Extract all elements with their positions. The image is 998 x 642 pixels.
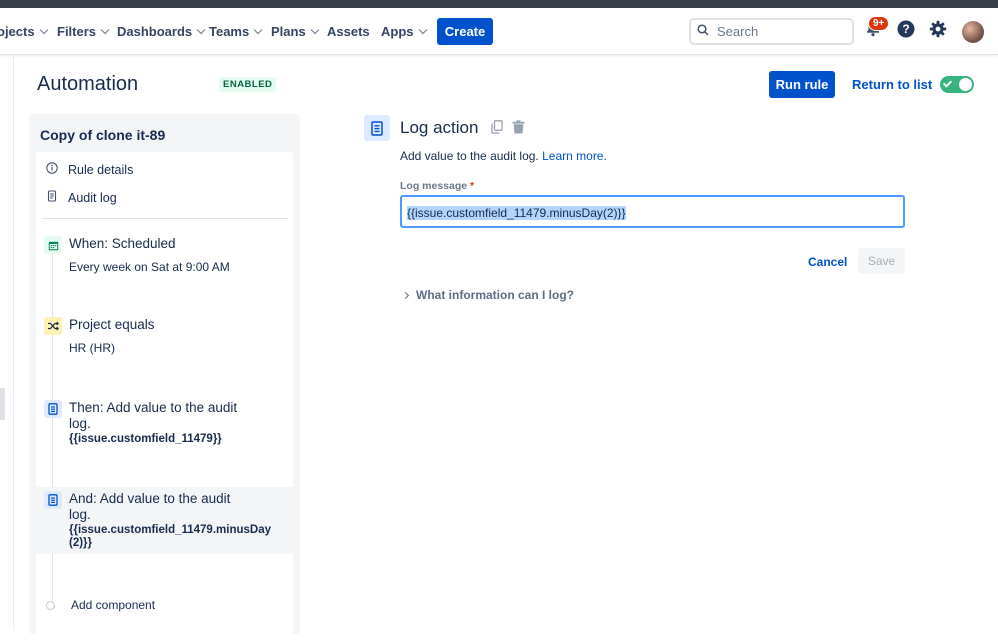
- log-message-value: {{issue.customfield_11479.minusDay(2)}}: [407, 206, 626, 220]
- browser-top-strip: [0, 0, 998, 8]
- check-icon: [942, 78, 953, 88]
- step-action-log-1[interactable]: Then: Add value to the audit log. {{issu…: [36, 392, 293, 452]
- nav-projects-label: ojects: [0, 24, 35, 39]
- help-icon: ?: [897, 20, 915, 43]
- info-icon: [46, 162, 58, 177]
- cancel-button[interactable]: Cancel: [808, 255, 847, 269]
- copy-icon[interactable]: [491, 119, 503, 139]
- nav-projects[interactable]: ojects: [0, 24, 48, 39]
- chevron-down-icon: [196, 25, 206, 35]
- log-action-title-text: Log action: [400, 118, 479, 137]
- nav-apps[interactable]: Apps: [381, 24, 427, 39]
- rule-details-link[interactable]: Rule details: [46, 162, 133, 177]
- left-sidebar-edge: [0, 56, 14, 630]
- audit-log-label: Audit log: [68, 190, 117, 205]
- top-navigation: ojects Filters Dashboards Teams Plans As…: [0, 8, 998, 55]
- shuffle-icon: [44, 317, 62, 335]
- nav-teams[interactable]: Teams: [209, 24, 263, 39]
- nav-apps-label: Apps: [381, 24, 414, 39]
- settings-button[interactable]: [928, 20, 947, 43]
- step-title: And: Add value to the audit log.: [69, 491, 231, 522]
- add-component-button[interactable]: Add component: [46, 598, 155, 612]
- log-message-label-text: Log message: [400, 180, 468, 192]
- nav-teams-label: Teams: [209, 24, 250, 39]
- step-action-log-2-selected[interactable]: And: Add value to the audit log. {{issue…: [36, 487, 293, 554]
- rule-steps-list: Rule details Audit log When: Scheduled E…: [36, 152, 293, 642]
- notification-badge: 9+: [868, 16, 890, 31]
- help-button[interactable]: ?: [896, 20, 915, 43]
- calendar-icon: [44, 236, 62, 254]
- nav-dashboards[interactable]: Dashboards: [117, 24, 206, 39]
- step-title: Project equals: [69, 317, 155, 332]
- add-component-label: Add component: [71, 598, 156, 612]
- save-button[interactable]: Save: [858, 248, 905, 274]
- log-document-icon: [44, 491, 62, 509]
- search-input[interactable]: Search: [689, 18, 854, 45]
- step-title: Then: Add value to the audit log.: [69, 400, 238, 431]
- rule-panel: Copy of clone it-89 Rule details Audit l…: [29, 114, 300, 642]
- create-button[interactable]: Create: [437, 18, 493, 45]
- required-indicator: *: [470, 180, 475, 192]
- search-placeholder: Search: [717, 24, 759, 39]
- document-icon: [46, 190, 58, 205]
- chevron-down-icon: [39, 25, 48, 35]
- run-rule-button[interactable]: Run rule: [769, 71, 835, 98]
- step-detail: HR (HR): [69, 341, 115, 355]
- step-detail: {{issue.customfield_11479.minusDay(2)}}: [69, 524, 271, 549]
- nav-dashboards-label: Dashboards: [117, 24, 193, 39]
- nav-plans[interactable]: Plans: [271, 24, 319, 39]
- log-message-input[interactable]: {{issue.customfield_11479.minusDay(2)}}: [400, 195, 905, 228]
- user-avatar[interactable]: [962, 21, 984, 43]
- nav-filters-label: Filters: [57, 24, 97, 39]
- chevron-down-icon: [253, 25, 263, 35]
- log-message-label: Log message *: [400, 180, 474, 192]
- svg-text:?: ?: [902, 22, 909, 36]
- toggle-knob: [959, 78, 972, 91]
- log-action-icon: [364, 115, 390, 141]
- audit-log-link[interactable]: Audit log: [46, 190, 117, 205]
- trash-icon[interactable]: [512, 119, 525, 139]
- log-action-title: Log action: [400, 118, 525, 139]
- nav-assets[interactable]: Assets: [327, 24, 370, 39]
- step-detail: Every week on Sat at 9:00 AM: [69, 260, 230, 274]
- gear-icon: [929, 20, 947, 43]
- step-detail: {{issue.customfield_11479}}: [69, 433, 222, 445]
- chevron-down-icon: [418, 25, 427, 35]
- learn-more-link[interactable]: Learn more.: [542, 149, 607, 163]
- nav-filters[interactable]: Filters: [57, 24, 110, 39]
- divider: [42, 218, 288, 219]
- log-document-icon: [44, 400, 62, 418]
- nav-assets-label: Assets: [327, 24, 370, 39]
- sidebar-collapse-handle[interactable]: [0, 388, 5, 420]
- rule-enabled-toggle[interactable]: [940, 76, 974, 93]
- page-title: Automation: [37, 73, 139, 95]
- chevron-right-icon: [401, 291, 410, 299]
- what-info-label: What information can I log?: [416, 288, 574, 302]
- nav-plans-label: Plans: [271, 24, 306, 39]
- what-info-expander[interactable]: What information can I log?: [401, 288, 574, 302]
- rule-name: Copy of clone it-89: [40, 127, 166, 143]
- chevron-down-icon: [100, 25, 110, 35]
- step-trigger-scheduled[interactable]: When: Scheduled Every week on Sat at 9:0…: [36, 230, 293, 280]
- return-to-list-link[interactable]: Return to list: [852, 77, 932, 92]
- rule-details-label: Rule details: [68, 162, 134, 177]
- step-title: When: Scheduled: [69, 236, 176, 251]
- chevron-down-icon: [310, 25, 319, 35]
- add-circle-icon: [46, 600, 55, 610]
- log-action-description-text: Add value to the audit log.: [400, 149, 539, 163]
- search-icon: [697, 23, 709, 41]
- status-badge: ENABLED: [219, 77, 277, 92]
- step-condition-project[interactable]: Project equals HR (HR): [36, 312, 293, 362]
- log-action-description: Add value to the audit log. Learn more.: [400, 149, 607, 163]
